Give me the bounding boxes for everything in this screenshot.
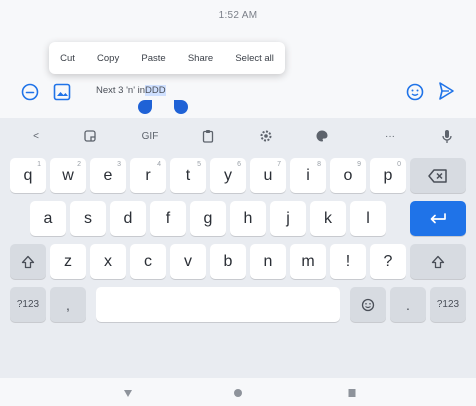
key-j[interactable]: j (270, 201, 306, 236)
key-q[interactable]: q1 (10, 158, 46, 193)
space-key[interactable] (96, 287, 340, 322)
key-i[interactable]: i8 (290, 158, 326, 193)
key-t[interactable]: t5 (170, 158, 206, 193)
key-k[interactable]: k (310, 201, 346, 236)
key-r[interactable]: r4 (130, 158, 166, 193)
key-label: e (103, 166, 113, 184)
key-question[interactable]: ? (370, 244, 406, 279)
key-hint: 4 (157, 161, 161, 168)
period-key[interactable]: . (390, 287, 426, 322)
compose-selected-text: DDD (145, 85, 166, 96)
send-icon[interactable] (436, 80, 456, 102)
key-hint: 1 (37, 161, 41, 168)
key-y[interactable]: y6 (210, 158, 246, 193)
key-hint: 0 (397, 161, 401, 168)
key-p[interactable]: p0 (370, 158, 406, 193)
key-o[interactable]: o9 (330, 158, 366, 193)
keyboard: < GIF ··· q1 w2 e3 r4 t5 y6 u7 i8 o9 p0 … (0, 118, 476, 378)
keyboard-toolbar: < GIF ··· (0, 118, 476, 154)
key-hint: 7 (277, 161, 281, 168)
menu-select-all[interactable]: Select all (232, 49, 277, 68)
comma-key[interactable]: , (50, 287, 86, 322)
emoji-key[interactable] (350, 287, 386, 322)
key-u[interactable]: u7 (250, 158, 286, 193)
enter-icon (430, 212, 446, 223)
key-c[interactable]: c (130, 244, 166, 279)
key-label: w (62, 166, 74, 184)
key-d[interactable]: d (110, 201, 146, 236)
key-g[interactable]: g (190, 201, 226, 236)
compose-text-before: Next 3 'n' in (96, 85, 146, 96)
shift-icon (21, 255, 35, 268)
key-hint: 2 (77, 161, 81, 168)
key-label: t (185, 166, 191, 184)
settings-icon[interactable] (251, 124, 281, 148)
more-icon[interactable]: ··· (375, 124, 405, 148)
shift-icon (431, 255, 445, 268)
palette-icon[interactable] (307, 124, 337, 148)
status-time: 1:52 AM (218, 9, 258, 21)
key-n[interactable]: n (250, 244, 286, 279)
menu-share[interactable]: Share (185, 49, 216, 68)
gif-icon[interactable]: GIF (135, 124, 165, 148)
menu-paste[interactable]: Paste (138, 49, 168, 68)
key-m[interactable]: m (290, 244, 326, 279)
key-f[interactable]: f (150, 201, 186, 236)
status-bar: 1:52 AM (0, 0, 476, 30)
key-hint: 5 (197, 161, 201, 168)
key-hint: 9 (357, 161, 361, 168)
key-hint: 6 (237, 161, 241, 168)
key-a[interactable]: a (30, 201, 66, 236)
text-context-menu: Cut Copy Paste Share Select all (49, 42, 285, 74)
key-label: u (263, 166, 273, 184)
key-e[interactable]: e3 (90, 158, 126, 193)
gallery-icon[interactable] (52, 82, 72, 102)
shift-key[interactable] (10, 244, 46, 279)
nav-home-icon[interactable] (232, 386, 244, 404)
mic-icon[interactable] (432, 124, 462, 148)
key-b[interactable]: b (210, 244, 246, 279)
key-label: p (383, 166, 393, 184)
key-v[interactable]: v (170, 244, 206, 279)
key-x[interactable]: x (90, 244, 126, 279)
symbols-key[interactable]: ?123 (10, 287, 46, 322)
key-hint: 8 (317, 161, 321, 168)
key-label: o (343, 166, 353, 184)
enter-key[interactable] (410, 201, 466, 236)
key-hint: 3 (117, 161, 121, 168)
shift-key-right[interactable] (410, 244, 466, 279)
emoji-key-icon (361, 298, 375, 311)
sticker-icon[interactable] (75, 124, 105, 148)
symbols-key-right[interactable]: ?123 (430, 287, 466, 322)
backspace-icon (428, 168, 447, 183)
selection-handle-left[interactable] (138, 100, 152, 114)
compose-text-field[interactable]: Next 3 'n' inDDD (96, 84, 166, 98)
emoji-icon[interactable] (21, 83, 39, 101)
key-s[interactable]: s (70, 201, 106, 236)
key-label: i (306, 166, 310, 184)
navigation-bar (0, 380, 476, 406)
selection-handle-right[interactable] (174, 100, 188, 114)
emoji-reaction-icon[interactable] (406, 83, 424, 101)
nav-back-icon[interactable] (122, 386, 134, 404)
key-label: y (224, 166, 232, 184)
key-label: r (145, 166, 151, 184)
nav-recents-icon[interactable] (346, 386, 358, 404)
key-label: q (23, 166, 33, 184)
key-w[interactable]: w2 (50, 158, 86, 193)
key-exclamation[interactable]: ! (330, 244, 366, 279)
menu-cut[interactable]: Cut (57, 49, 78, 68)
key-l[interactable]: l (350, 201, 386, 236)
menu-copy[interactable]: Copy (94, 49, 122, 68)
backspace-key[interactable] (410, 158, 466, 193)
clipboard-icon[interactable] (193, 124, 223, 148)
key-h[interactable]: h (230, 201, 266, 236)
key-z[interactable]: z (50, 244, 86, 279)
back-icon[interactable]: < (21, 124, 51, 148)
